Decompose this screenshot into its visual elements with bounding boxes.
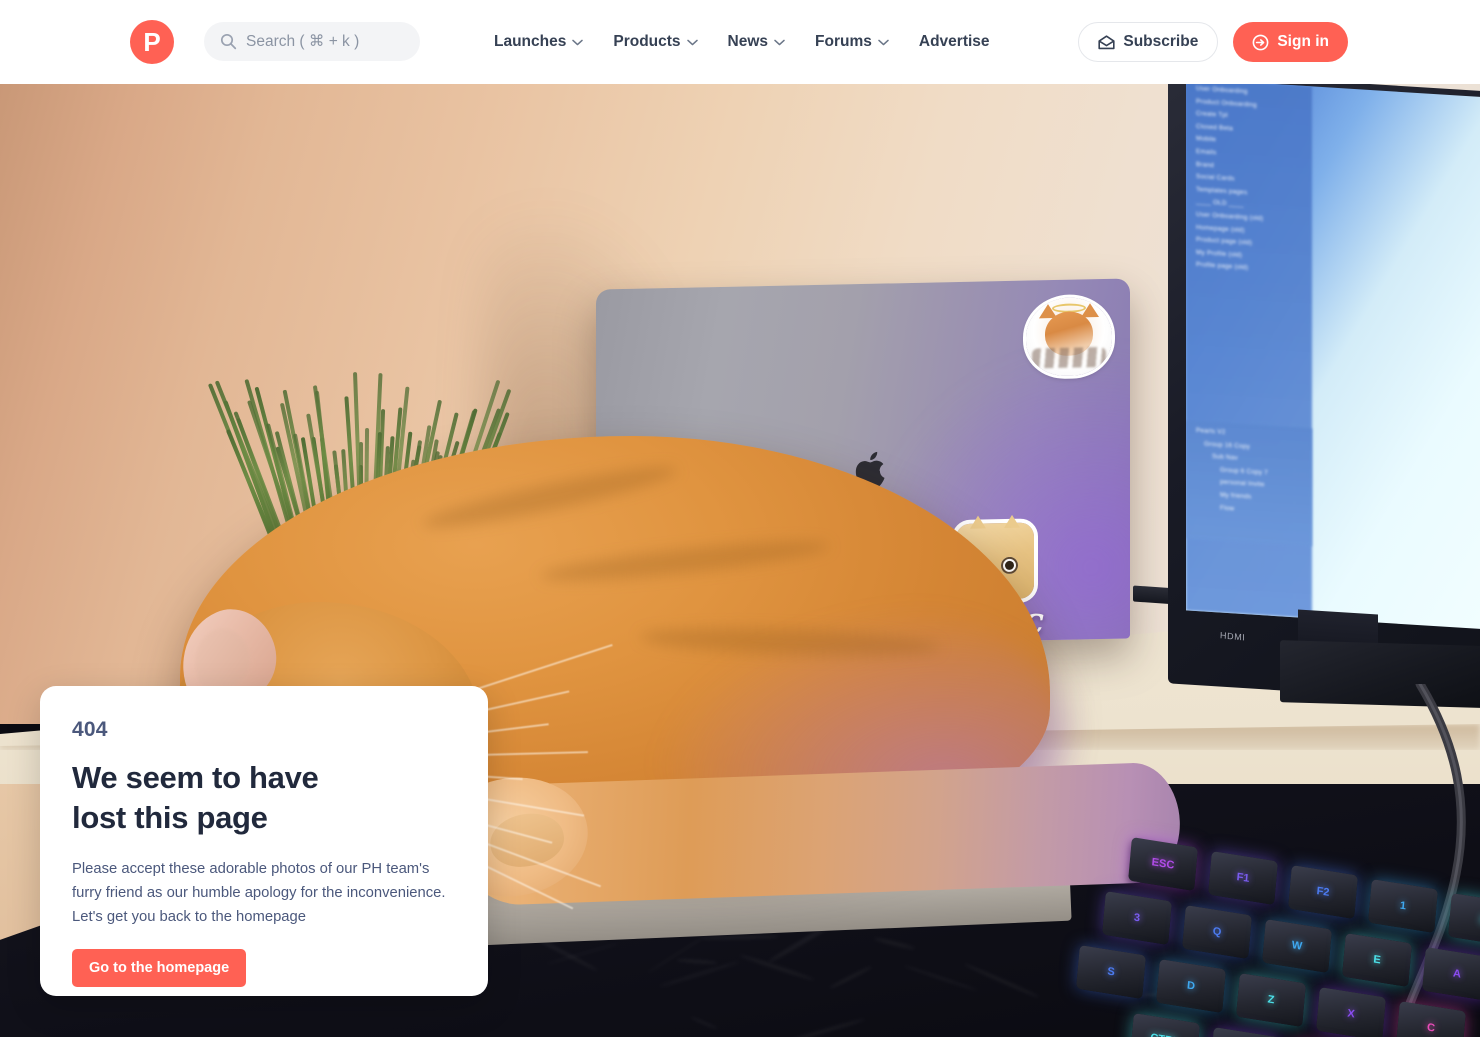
- nav-label: Forums: [815, 33, 872, 51]
- nav-item-news[interactable]: News: [728, 33, 786, 51]
- page-title-line-2: lost this page: [72, 800, 268, 835]
- keyboard-key: F2: [1288, 865, 1358, 919]
- product-hunt-logo-icon[interactable]: P: [130, 20, 174, 64]
- keyboard-key: ESC: [1128, 837, 1198, 891]
- chevron-down-icon: [687, 39, 698, 46]
- subscribe-button[interactable]: Subscribe: [1078, 22, 1218, 62]
- keyboard-key: 1: [1368, 879, 1438, 933]
- mousepad-texture: [829, 965, 872, 989]
- mousepad-texture: [660, 960, 740, 987]
- nav-label: Advertise: [919, 33, 990, 51]
- mousepad-texture: [648, 932, 712, 973]
- page-title-line-1: We seem to have: [72, 760, 318, 795]
- mechanical-keyboard: ESCF1F2123QWEASDZXCCTRLALTFNTABESCF1F21: [1110, 824, 1480, 1037]
- keyboard-key: F1: [1208, 851, 1278, 905]
- keyboard-key: X: [1316, 987, 1386, 1037]
- keyboard-key: CTRL: [1130, 1013, 1200, 1037]
- keyboard-key: A: [1422, 947, 1480, 1001]
- header-actions: Subscribe Sign in: [1078, 22, 1348, 62]
- sign-in-button[interactable]: Sign in: [1233, 22, 1348, 62]
- keyboard-key: Q: [1182, 905, 1252, 959]
- envelope-open-icon: [1098, 35, 1115, 50]
- keyboard-key: 2: [1448, 893, 1480, 947]
- monitor-stand-base: [1280, 640, 1480, 708]
- cat-face-sticker: [1026, 297, 1112, 377]
- error-description: Please accept these adorable photos of o…: [72, 857, 452, 929]
- search-icon: [220, 33, 237, 50]
- nav-label: Launches: [494, 33, 566, 51]
- page-title: We seem to have lost this page: [72, 758, 456, 838]
- nav-item-forums[interactable]: Forums: [815, 33, 889, 51]
- mousepad-texture: [904, 965, 978, 991]
- nav-item-launches[interactable]: Launches: [494, 33, 583, 51]
- keyboard-key: C: [1396, 1001, 1466, 1037]
- search-input[interactable]: Search ( ⌘ + k ): [204, 22, 420, 61]
- keyboard-key: Z: [1236, 973, 1306, 1027]
- nav-item-advertise[interactable]: Advertise: [919, 33, 990, 51]
- portable-monitor: User Onboarding Product Onboarding Create …: [1168, 84, 1480, 705]
- keyboard-key: 3: [1102, 891, 1172, 945]
- mousepad-texture: [703, 935, 778, 939]
- chevron-down-icon: [774, 39, 785, 46]
- nav-item-products[interactable]: Products: [613, 33, 697, 51]
- keyboard-key: E: [1342, 933, 1412, 987]
- keyboard-key: W: [1262, 919, 1332, 973]
- site-header: P Search ( ⌘ + k ) Launches Products New…: [0, 0, 1480, 84]
- chevron-down-icon: [572, 39, 583, 46]
- keyboard-key: ALT: [1210, 1027, 1280, 1037]
- nav-label: News: [728, 33, 769, 51]
- nav-label: Products: [613, 33, 680, 51]
- sticker-script-text: [1032, 347, 1106, 369]
- chevron-down-icon: [878, 39, 889, 46]
- mousepad-texture: [964, 963, 1039, 998]
- keyboard-key: D: [1156, 959, 1226, 1013]
- monitor-screen: User Onboarding Product Onboarding Create …: [1186, 84, 1480, 630]
- subscribe-label: Subscribe: [1123, 33, 1198, 51]
- go-to-homepage-button[interactable]: Go to the homepage: [72, 949, 246, 987]
- arrow-right-circle-icon: [1252, 34, 1269, 51]
- error-card: 404 We seem to have lost this page Pleas…: [40, 686, 488, 996]
- search-placeholder: Search ( ⌘ + k ): [246, 32, 359, 51]
- mousepad-texture: [677, 958, 717, 964]
- error-code: 404: [72, 718, 456, 742]
- main-navigation: Launches Products News Forums Advertise: [494, 0, 990, 84]
- sign-in-label: Sign in: [1277, 33, 1329, 51]
- logo-letter: P: [143, 29, 160, 55]
- mousepad-texture: [774, 1018, 865, 1037]
- design-tool-layers-panel-2: Pearls V2 Group 16 Copy Sub Nav Group 6 Cop…: [1186, 420, 1312, 546]
- mousepad-texture: [691, 1017, 718, 1030]
- mousepad-texture: [874, 937, 915, 950]
